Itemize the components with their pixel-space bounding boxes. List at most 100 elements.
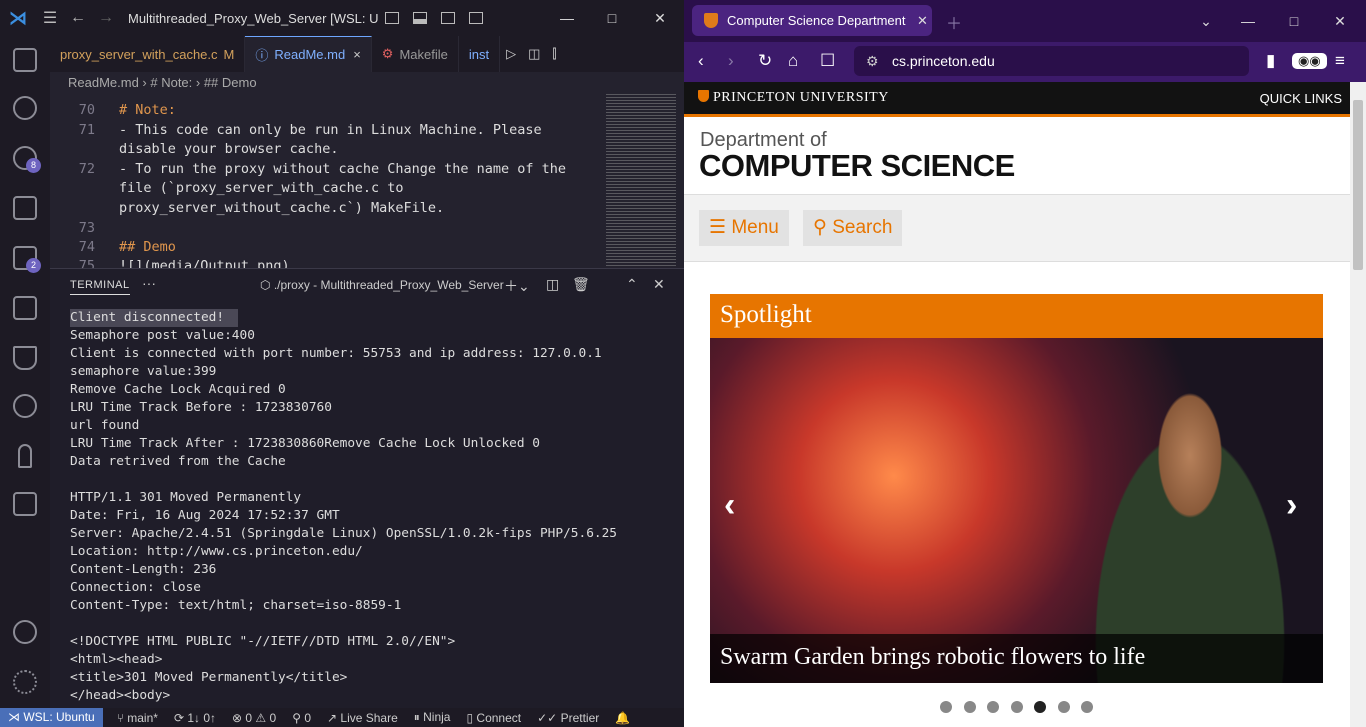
address-bar[interactable]: ⚙ cs.princeton.edu 2 [854,46,1249,76]
carousel-dot[interactable] [987,701,999,713]
search-label: Search [832,217,893,238]
close-tab-icon[interactable]: × [353,47,361,62]
forward-icon[interactable]: › [728,51,734,71]
tab-search-chevron-icon[interactable]: ⌄ [1184,0,1228,42]
window-title[interactable]: Multithreaded_Proxy_Web_Server [WSL: Ubu… [128,11,378,26]
close-icon[interactable]: ✕ [637,0,683,36]
live-share-button[interactable]: ↗ Live Share [327,711,398,725]
more-actions-icon[interactable]: ··· [142,275,156,291]
code-line: proxy_server_without_cache.c`) MakeFile. [119,200,445,216]
terminal-output[interactable]: Client disconnected! Semaphore post valu… [70,309,617,705]
close-panel-icon[interactable]: ✕ [653,276,665,293]
branch-indicator[interactable]: ⑂ main* [117,711,158,725]
carousel-dot[interactable] [940,701,952,713]
page-scrollbar[interactable] [1350,82,1366,727]
browser-tab-cs[interactable]: Computer Science Department ✕ [692,5,932,36]
carousel-dot[interactable] [1010,701,1023,713]
code-editor[interactable]: 70 # Note: 71 - This code can only be ru… [50,94,684,268]
reader-mode-icon[interactable]: ◉◉ [1292,53,1327,69]
explorer-icon[interactable] [0,36,50,84]
toggle-sidebar-icon[interactable] [385,12,399,24]
maximize-icon[interactable]: □ [1272,0,1316,42]
bookmark-icon[interactable]: ☐ [820,51,835,71]
remote-indicator[interactable]: ⋊ WSL: Ubuntu [0,708,103,727]
tab-proxy-server-with-cache[interactable]: proxy_server_with_cache.c M [50,36,246,72]
sidebar-icon[interactable]: ▮ [1266,51,1275,71]
ports-indicator[interactable]: ⚲ 0 [292,711,311,725]
spotlight-photo[interactable]: ‹ › Swarm Garden brings robotic flowers … [710,338,1323,683]
tab-label: proxy_server_with_cache.c [60,46,218,62]
toggle-secondary-sidebar-icon[interactable] [441,12,455,24]
tab-makefile[interactable]: ⚙ Makefile [372,36,459,72]
extensions-icon[interactable]: 2 [0,234,50,282]
maximize-panel-icon[interactable]: ⌃ [626,276,638,293]
customize-layout-icon[interactable] [469,12,483,24]
breadcrumb[interactable]: ReadMe.md › # Note: › ## Demo [50,72,684,94]
close-icon[interactable]: ✕ [1318,0,1362,42]
minimap[interactable] [606,94,676,268]
github-icon[interactable] [0,382,50,430]
source-control-badge: 8 [26,158,41,173]
terminal-panel: TERMINAL ··· ⬡ ./proxy - Multithreaded_P… [50,268,684,708]
markdown-icon: ⓘ [255,48,269,63]
tab-inst[interactable]: inst [459,36,501,72]
carousel-dot[interactable] [1057,701,1070,713]
quick-links-link[interactable]: QUICK LINKS [1260,91,1342,106]
run-debug-icon[interactable] [0,184,50,232]
princeton-logo[interactable]: PRINCETON UNIVERSITY [698,90,889,106]
carousel-dot[interactable] [963,701,976,713]
run-icon[interactable]: ▷ [500,36,522,72]
split-editor-icon[interactable]: ⫿ [546,36,562,72]
carousel-prev-icon[interactable]: ‹ [724,486,735,525]
new-terminal-icon[interactable]: ＋⌄ [504,276,530,296]
dept-name-heading[interactable]: COMPUTER SCIENCE [699,148,1015,184]
notifications-icon[interactable]: 🔔 [615,711,630,725]
minimize-icon[interactable]: — [544,0,590,36]
carousel-dot[interactable] [1081,701,1093,713]
carousel-next-icon[interactable]: › [1286,486,1297,525]
account-icon[interactable] [0,608,50,656]
sync-indicator[interactable]: ⟳ 1↓ 0↑ [174,711,216,725]
new-tab-icon[interactable]: ＋ [946,10,962,34]
back-icon[interactable]: ← [64,9,92,27]
remote-explorer-icon[interactable] [0,284,50,332]
back-icon[interactable]: ‹ [698,51,704,71]
close-tab-icon[interactable]: ✕ [917,5,928,36]
terminal-line: Date: Fri, 16 Aug 2024 17:52:37 GMT [70,508,340,523]
menu-button[interactable]: ☰ Menu [699,210,789,246]
vscode-window: ⋊ ☰ ← → Multithreaded_Proxy_Web_Server [… [0,0,684,727]
kill-terminal-icon[interactable]: 🗑 [572,276,590,293]
search-button[interactable]: ⚲ Search [803,210,903,246]
connect-button[interactable]: ▯ Connect [466,711,521,725]
reload-icon[interactable]: ↻ [758,51,772,71]
search-icon[interactable] [0,84,50,132]
site-info-icon[interactable]: ⚙ [866,46,879,76]
toggle-panel-icon[interactable] [413,12,427,24]
line-number: 74 [78,239,95,255]
minimize-icon[interactable]: — [1226,0,1270,42]
tab-terminal[interactable]: TERMINAL [70,279,130,295]
terminal-selector[interactable]: ⬡ ./proxy - Multithreaded_Proxy_Web_Serv… [260,278,504,292]
prettier-indicator[interactable]: ✓✓ Prettier [537,711,599,725]
maximize-icon[interactable]: □ [589,0,635,36]
tab-readme[interactable]: ⓘ ReadMe.md × [245,36,372,72]
menu-icon[interactable]: ☰ [36,8,64,28]
forward-icon[interactable]: → [92,9,120,27]
carousel-dot[interactable] [1034,701,1046,713]
problems-indicator[interactable]: ⊗ 0 ⚠ 0 [232,711,276,725]
status-bar: ⋊ WSL: Ubuntu ⑂ main* ⟳ 1↓ 0↑ ⊗ 0 ⚠ 0 ⚲ … [0,708,684,727]
scrollbar-thumb[interactable] [1353,100,1363,270]
settings-gear-icon[interactable] [0,658,50,706]
home-icon[interactable]: ⌂ [788,51,798,71]
source-control-icon[interactable]: 8 [0,134,50,182]
mongodb-icon[interactable] [0,432,50,480]
browser-menu-icon[interactable]: ≡ [1335,51,1345,71]
chat-icon[interactable] [0,480,50,528]
split-terminal-icon[interactable]: ◫ [546,276,559,293]
spotlight-caption[interactable]: Swarm Garden brings robotic flowers to l… [710,634,1323,683]
open-preview-icon[interactable]: ◫ [522,36,546,72]
code-line: - This code can only be run in Linux Mac… [119,122,542,138]
ninja-indicator[interactable]: ⏸ Ninja [414,710,451,725]
testing-icon[interactable] [0,334,50,382]
